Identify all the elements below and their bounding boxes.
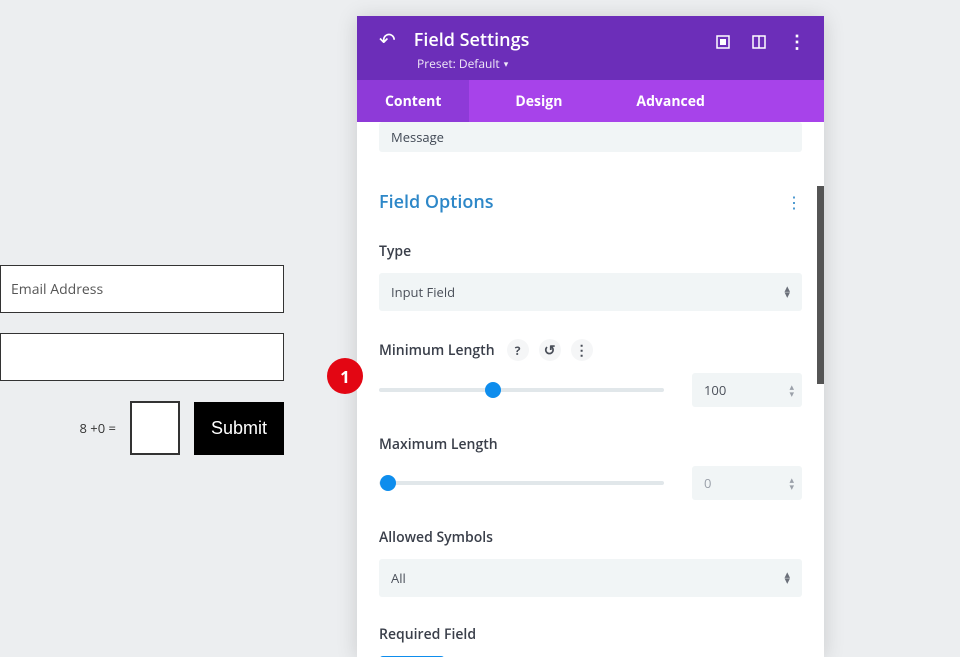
field-settings-panel: ↶ Field Settings Preset: Default ▾ ⋮ Con… — [357, 16, 824, 657]
type-value: Input Field — [391, 283, 455, 301]
help-icon[interactable]: ? — [507, 339, 529, 361]
tab-design-label: Design — [515, 92, 562, 111]
field-options-section: Field Options ⋮ Type Input Field ▴▾ Mini… — [357, 190, 824, 657]
maxlength-value: 0 — [704, 474, 711, 492]
option-menu-icon[interactable]: ⋮ — [571, 339, 593, 361]
email-placeholder: Email Address — [11, 280, 103, 299]
expand-icon[interactable] — [716, 35, 730, 49]
accordion-item-message[interactable]: Message — [379, 122, 802, 152]
section-menu-icon[interactable]: ⋮ — [786, 191, 802, 213]
stepper-icon[interactable]: ▴▾ — [789, 383, 794, 397]
background-form: Email Address 8 +0 = Submit — [0, 265, 294, 455]
stepper-icon[interactable]: ▴▾ — [789, 476, 794, 490]
select-caret-icon: ▴▾ — [784, 286, 790, 298]
section-title: Field Options — [379, 190, 494, 214]
tab-design[interactable]: Design — [469, 80, 608, 122]
accordion-item-label: Message — [391, 128, 444, 146]
preset-selector[interactable]: Preset: Default ▾ — [417, 55, 802, 72]
type-label: Type — [379, 242, 802, 261]
select-caret-icon: ▴▾ — [784, 572, 790, 584]
chevron-down-icon: ▾ — [504, 57, 509, 70]
columns-icon[interactable] — [752, 35, 766, 49]
annotation-badge-1: 1 — [327, 358, 363, 394]
panel-body: Message Field Options ⋮ Type Input Field… — [357, 122, 824, 657]
tab-content[interactable]: Content — [357, 80, 469, 122]
panel-tabs: Content Design Advanced — [357, 80, 824, 122]
maxlength-input[interactable]: 0 ▴▾ — [692, 466, 802, 500]
type-select[interactable]: Input Field ▴▾ — [379, 273, 802, 311]
maxlength-label: Maximum Length — [379, 435, 802, 454]
back-arrow-icon[interactable]: ↶ — [379, 30, 396, 50]
minlength-input[interactable]: 100 ▴▾ — [692, 373, 802, 407]
scrollbar-thumb[interactable] — [817, 186, 824, 384]
allowed-symbols-label: Allowed Symbols — [379, 528, 802, 547]
preset-label: Preset: Default — [417, 55, 500, 72]
submit-button[interactable]: Submit — [194, 402, 284, 455]
reset-icon[interactable]: ↺ — [539, 339, 561, 361]
maxlength-slider[interactable] — [379, 481, 664, 485]
minlength-label: Minimum Length — [379, 341, 495, 360]
allowed-symbols-value: All — [391, 569, 406, 587]
minlength-slider-thumb[interactable] — [485, 382, 501, 398]
submit-label: Submit — [211, 418, 267, 439]
blank-field[interactable] — [0, 333, 284, 381]
allowed-symbols-select[interactable]: All ▴▾ — [379, 559, 802, 597]
annotation-number: 1 — [340, 365, 350, 388]
email-field[interactable]: Email Address — [0, 265, 284, 313]
captcha-label: 8 +0 = — [80, 419, 117, 437]
panel-title: Field Settings — [414, 28, 530, 52]
captcha-input[interactable] — [130, 401, 180, 455]
required-label: Required Field — [379, 625, 802, 644]
tab-advanced-label: Advanced — [636, 92, 704, 111]
tab-advanced[interactable]: Advanced — [608, 80, 732, 122]
tab-content-label: Content — [385, 92, 441, 111]
minlength-slider[interactable] — [379, 388, 664, 392]
maxlength-slider-thumb[interactable] — [380, 475, 396, 491]
panel-header: ↶ Field Settings Preset: Default ▾ ⋮ — [357, 16, 824, 80]
panel-menu-icon[interactable]: ⋮ — [788, 30, 806, 54]
minlength-value: 100 — [704, 381, 726, 399]
